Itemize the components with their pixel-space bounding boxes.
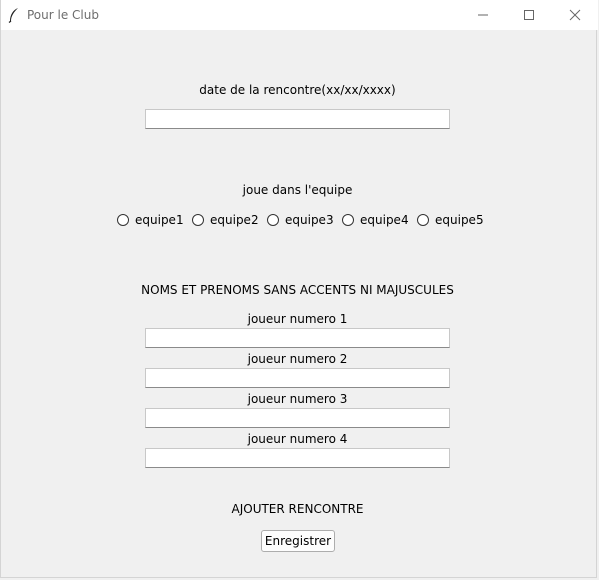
- names-instruction: NOMS ET PRENOMS SANS ACCENTS NI MAJUSCUL…: [141, 283, 454, 297]
- player1-input[interactable]: [145, 328, 450, 348]
- radio-circle-icon: [417, 214, 429, 226]
- close-button[interactable]: [552, 0, 598, 30]
- radio-circle-icon: [342, 214, 354, 226]
- player4-label: joueur numero 4: [247, 432, 348, 446]
- radio-label: equipe5: [435, 213, 484, 227]
- minimize-icon: [478, 14, 488, 16]
- radio-equipe4[interactable]: equipe4: [342, 212, 409, 228]
- team-label: joue dans l'equipe: [242, 183, 353, 197]
- feather-icon: [8, 7, 20, 23]
- date-input[interactable]: [145, 109, 450, 129]
- minimize-button[interactable]: [460, 0, 506, 30]
- radio-label: equipe1: [135, 213, 184, 227]
- player1-label: joueur numero 1: [247, 312, 348, 326]
- radio-equipe2[interactable]: equipe2: [192, 212, 259, 228]
- maximize-icon: [524, 10, 534, 20]
- add-match-label: AJOUTER RENCONTRE: [231, 502, 364, 516]
- radio-equipe1[interactable]: equipe1: [117, 212, 184, 228]
- radio-equipe5[interactable]: equipe5: [417, 212, 484, 228]
- window-title: Pour le Club: [27, 8, 99, 22]
- player2-input[interactable]: [145, 368, 450, 388]
- maximize-button[interactable]: [506, 0, 552, 30]
- app-window: Pour le Club date de la rencontre(xx/xx/…: [0, 0, 598, 578]
- title-bar[interactable]: Pour le Club: [1, 0, 598, 30]
- player2-label: joueur numero 2: [247, 352, 348, 366]
- player3-input[interactable]: [145, 408, 450, 428]
- date-label: date de la rencontre(xx/xx/xxxx): [199, 83, 396, 97]
- radio-equipe3[interactable]: equipe3: [267, 212, 334, 228]
- radio-circle-icon: [267, 214, 279, 226]
- radio-circle-icon: [117, 214, 129, 226]
- radio-circle-icon: [192, 214, 204, 226]
- save-button[interactable]: Enregistrer: [261, 530, 335, 552]
- radio-label: equipe4: [360, 213, 409, 227]
- close-icon: [569, 9, 581, 21]
- player3-label: joueur numero 3: [247, 392, 348, 406]
- radio-label: equipe3: [285, 213, 334, 227]
- player4-input[interactable]: [145, 448, 450, 468]
- radio-label: equipe2: [210, 213, 259, 227]
